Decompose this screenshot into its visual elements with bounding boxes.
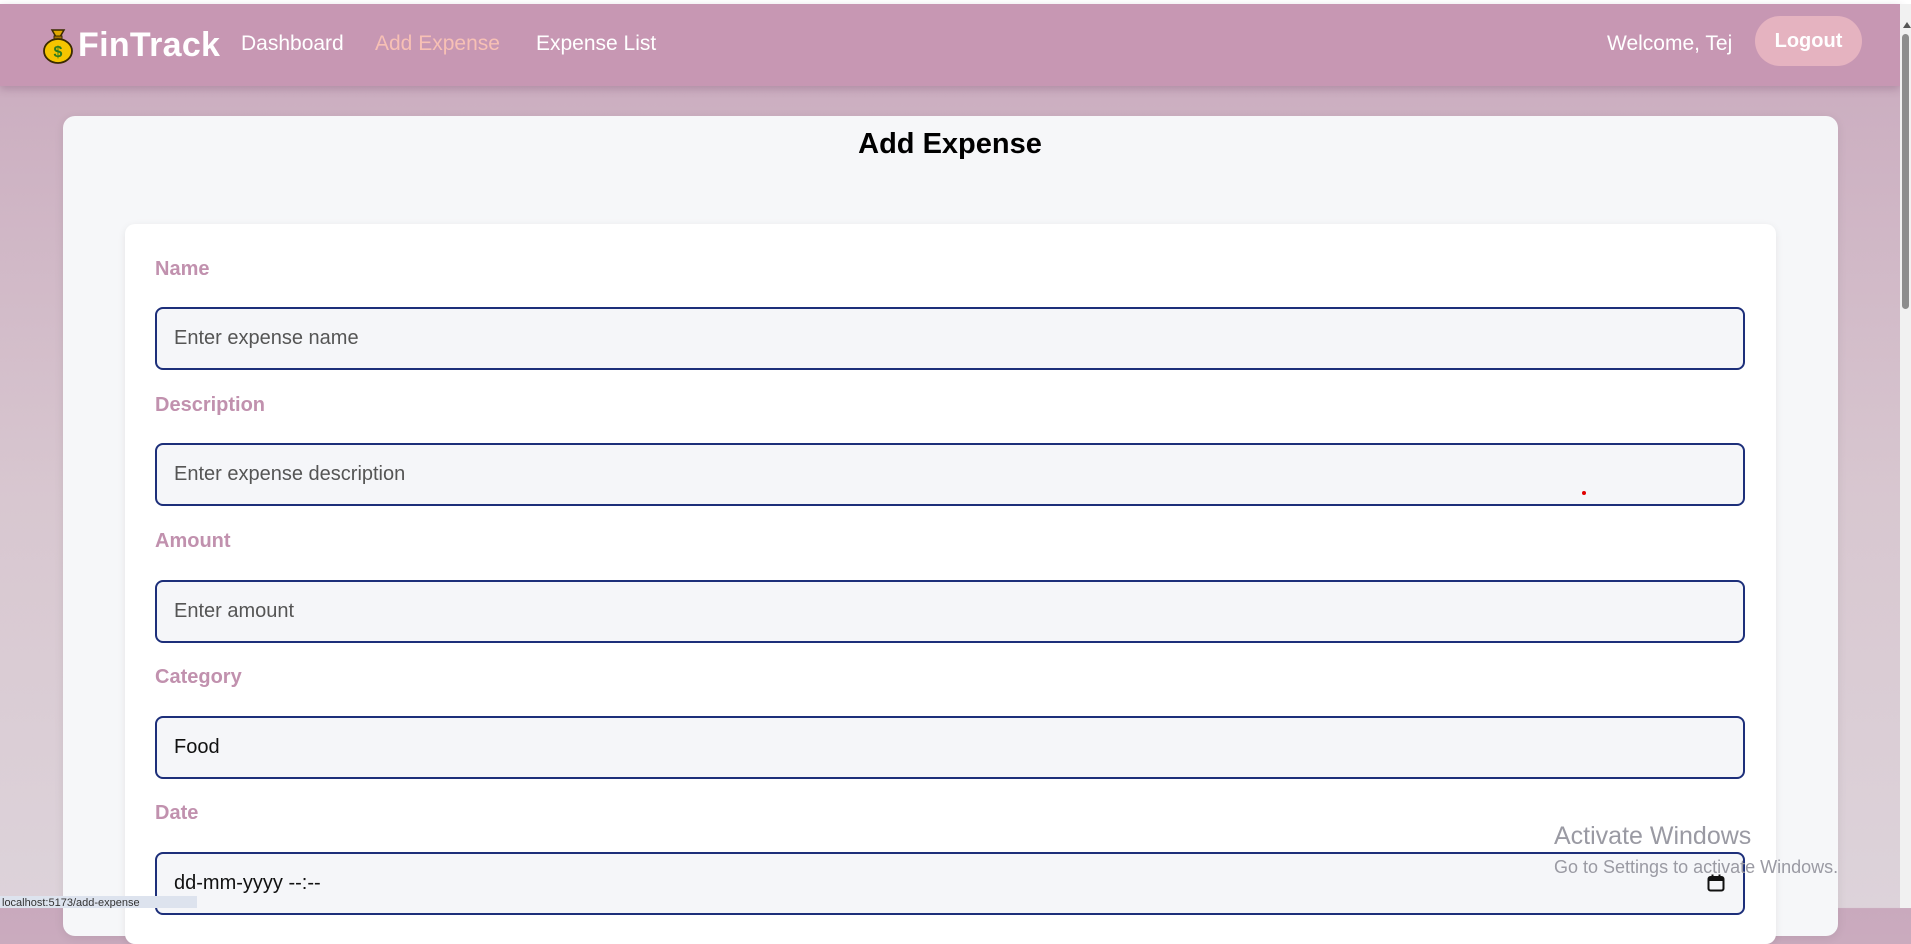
nav-link-add-expense[interactable]: Add Expense bbox=[375, 32, 500, 56]
brand[interactable]: $ FinTrack bbox=[41, 20, 220, 70]
cursor-dot bbox=[1582, 491, 1586, 495]
status-bar-url: localhost:5173/add-expense bbox=[0, 896, 197, 908]
welcome-text: Welcome, Tej bbox=[1607, 32, 1733, 55]
brand-name: FinTrack bbox=[78, 25, 221, 64]
scrollbar-thumb[interactable] bbox=[1902, 34, 1909, 309]
category-value: Food bbox=[174, 736, 220, 758]
watermark-subtitle: Go to Settings to activate Windows. bbox=[1554, 857, 1839, 877]
navbar: $ FinTrack Dashboard Add Expense Expense… bbox=[0, 4, 1900, 86]
name-input[interactable]: Enter expense name bbox=[155, 307, 1745, 370]
date-input[interactable]: dd-mm-yyyy --:-- bbox=[155, 852, 1745, 915]
amount-input[interactable]: Enter amount bbox=[155, 580, 1745, 643]
activate-windows-watermark: Activate Windows Go to Settings to activ… bbox=[1554, 822, 1838, 878]
watermark-title: Activate Windows bbox=[1554, 822, 1752, 850]
amount-placeholder: Enter amount bbox=[174, 600, 295, 622]
svg-text:$: $ bbox=[54, 44, 63, 61]
scroll-up-arrow-icon[interactable] bbox=[1903, 22, 1911, 28]
date-label: Date bbox=[155, 802, 199, 824]
description-placeholder: Enter expense description bbox=[174, 463, 406, 485]
logout-button[interactable]: Logout bbox=[1755, 16, 1862, 66]
name-placeholder: Enter expense name bbox=[174, 327, 359, 349]
nav-link-dashboard[interactable]: Dashboard bbox=[241, 32, 344, 56]
nav-link-expense-list[interactable]: Expense List bbox=[536, 32, 656, 56]
description-label: Description bbox=[155, 394, 266, 416]
money-bag-icon: $ bbox=[43, 29, 73, 64]
name-label: Name bbox=[155, 258, 210, 280]
category-label: Category bbox=[155, 666, 242, 688]
page-title: Add Expense bbox=[858, 128, 1042, 160]
amount-label: Amount bbox=[155, 530, 231, 552]
description-input[interactable]: Enter expense description bbox=[155, 443, 1745, 506]
category-select[interactable]: Food bbox=[155, 716, 1745, 779]
date-placeholder: dd-mm-yyyy --:-- bbox=[174, 872, 321, 894]
